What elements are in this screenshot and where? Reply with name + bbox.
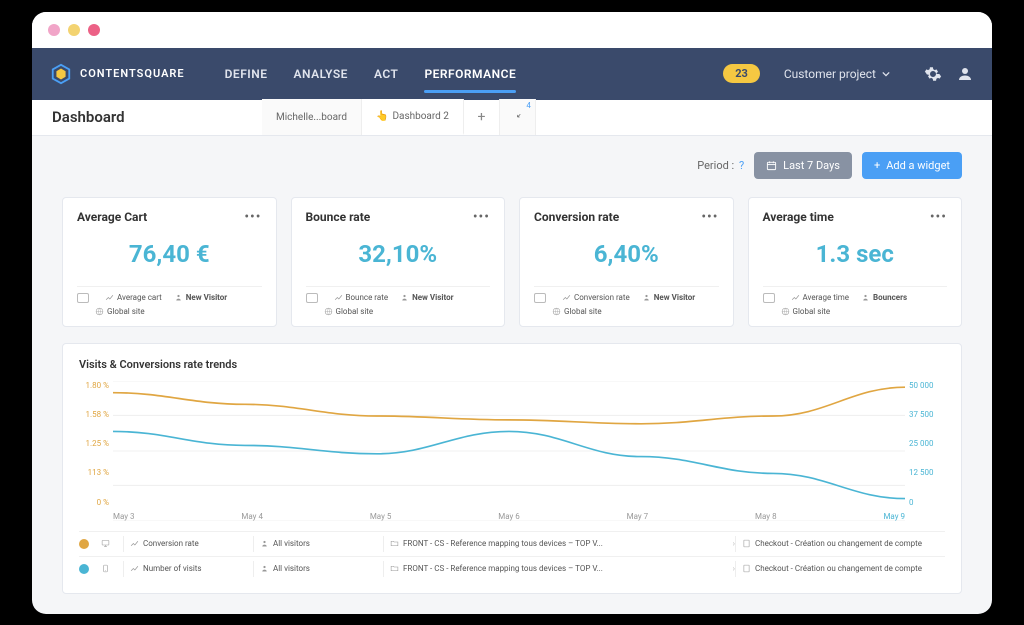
card-title: Average time bbox=[763, 210, 834, 224]
tab-dashboard2[interactable]: 👆 Dashboard 2 bbox=[362, 99, 464, 135]
chart-legend: Conversion rate All visitors FRONT - CS … bbox=[79, 531, 945, 581]
trends-chart: Visits & Conversions rate trends 1.80 % … bbox=[62, 343, 962, 594]
calendar-icon bbox=[766, 160, 777, 171]
card-meta: Average cart New Visitor Global site bbox=[77, 286, 262, 316]
metric-icon bbox=[791, 293, 800, 302]
card-value: 6,40% bbox=[534, 224, 719, 286]
metric-icon bbox=[130, 564, 139, 573]
card-bounce-rate: Bounce rate ••• 32,10% Bounce rate New V… bbox=[291, 197, 506, 327]
globe-icon bbox=[552, 307, 561, 316]
nav-act[interactable]: ACT bbox=[374, 49, 398, 99]
account-button[interactable] bbox=[956, 65, 974, 83]
chart-plot[interactable]: May 3 May 4 May 5 May 6 May 7 May 8 May … bbox=[113, 381, 905, 521]
card-title: Bounce rate bbox=[306, 210, 371, 224]
metric-icon bbox=[334, 293, 343, 302]
collapse-icon bbox=[514, 112, 521, 122]
card-title: Conversion rate bbox=[534, 210, 619, 224]
sub-header: Dashboard Michelle...board 👆 Dashboard 2… bbox=[32, 100, 992, 136]
brand-logo[interactable]: CONTENTSQUARE bbox=[50, 63, 185, 85]
folder-icon bbox=[390, 564, 399, 573]
metric-cards: Average Cart ••• 76,40 € Average cart Ne… bbox=[32, 189, 992, 343]
user-icon bbox=[861, 293, 870, 302]
card-value: 32,10% bbox=[306, 224, 491, 286]
card-conversion-rate: Conversion rate ••• 6,40% Conversion rat… bbox=[519, 197, 734, 327]
metric-icon bbox=[130, 539, 139, 548]
card-menu-button[interactable]: ••• bbox=[930, 210, 947, 224]
dashboard-tabs: Michelle...board 👆 Dashboard 2 + 4 bbox=[262, 99, 536, 135]
y-axis-right: 50 000 37 500 25 000 12 500 0 bbox=[905, 381, 945, 521]
plus-icon: + bbox=[874, 159, 880, 172]
tag-icon bbox=[306, 293, 318, 303]
x-axis: May 3 May 4 May 5 May 6 May 7 May 8 May … bbox=[113, 512, 905, 521]
add-widget-button[interactable]: + Add a widget bbox=[862, 152, 962, 179]
folder-icon bbox=[390, 539, 399, 548]
card-title: Average Cart bbox=[77, 210, 147, 224]
project-selector[interactable]: Customer project bbox=[784, 67, 890, 81]
tab-michelle[interactable]: Michelle...board bbox=[262, 99, 362, 135]
dot-close[interactable] bbox=[48, 24, 60, 36]
user-icon bbox=[260, 564, 269, 573]
collapse-tabs-button[interactable]: 4 bbox=[500, 99, 536, 135]
toolbar: Period : ? Last 7 Days + Add a widget bbox=[32, 136, 992, 189]
card-value: 1.3 sec bbox=[763, 224, 948, 286]
period-label: Period : ? bbox=[697, 159, 744, 172]
period-button[interactable]: Last 7 Days bbox=[754, 152, 852, 179]
nav-analyse[interactable]: ANALYSE bbox=[294, 49, 348, 99]
brand-text: CONTENTSQUARE bbox=[80, 67, 185, 80]
user-icon bbox=[260, 539, 269, 548]
page-icon bbox=[742, 539, 751, 548]
user-icon bbox=[400, 293, 409, 302]
logo-icon bbox=[50, 63, 72, 85]
notification-badge[interactable]: 23 bbox=[723, 64, 760, 83]
metric-icon bbox=[562, 293, 571, 302]
globe-icon bbox=[95, 307, 104, 316]
page-icon bbox=[742, 564, 751, 573]
mobile-icon bbox=[101, 564, 110, 573]
card-meta: Average time Bouncers Global site bbox=[763, 286, 948, 316]
desktop-icon bbox=[101, 539, 110, 548]
legend-dot-yellow bbox=[79, 539, 89, 549]
metric-icon bbox=[105, 293, 114, 302]
card-average-time: Average time ••• 1.3 sec Average time Bo… bbox=[748, 197, 963, 327]
chevron-down-icon bbox=[882, 70, 890, 78]
legend-row[interactable]: Conversion rate All visitors FRONT - CS … bbox=[79, 531, 945, 556]
nav-performance[interactable]: PERFORMANCE bbox=[424, 49, 516, 99]
help-icon[interactable]: ? bbox=[739, 159, 744, 172]
globe-icon bbox=[324, 307, 333, 316]
card-value: 76,40 € bbox=[77, 224, 262, 286]
tag-icon bbox=[763, 293, 775, 303]
card-menu-button[interactable]: ••• bbox=[244, 210, 261, 224]
card-menu-button[interactable]: ••• bbox=[473, 210, 490, 224]
add-tab-button[interactable]: + bbox=[464, 99, 500, 135]
user-icon bbox=[642, 293, 651, 302]
nav-define[interactable]: DEFINE bbox=[225, 49, 268, 99]
card-menu-button[interactable]: ••• bbox=[701, 210, 718, 224]
y-axis-left: 1.80 % 1.58 % 1.25 % 113 % 0 % bbox=[79, 381, 113, 521]
globe-icon bbox=[781, 307, 790, 316]
dot-max[interactable] bbox=[88, 24, 100, 36]
card-average-cart: Average Cart ••• 76,40 € Average cart Ne… bbox=[62, 197, 277, 327]
dot-min[interactable] bbox=[68, 24, 80, 36]
user-icon bbox=[174, 293, 183, 302]
nav-items: DEFINE ANALYSE ACT PERFORMANCE bbox=[225, 49, 517, 99]
legend-row[interactable]: Number of visits All visitors FRONT - CS… bbox=[79, 556, 945, 581]
settings-button[interactable] bbox=[924, 65, 942, 83]
card-meta: Bounce rate New Visitor Global site bbox=[306, 286, 491, 316]
gear-icon bbox=[924, 65, 942, 83]
card-meta: Conversion rate New Visitor Global site bbox=[534, 286, 719, 316]
user-icon bbox=[956, 65, 974, 83]
page-title: Dashboard bbox=[32, 108, 262, 126]
top-nav: CONTENTSQUARE DEFINE ANALYSE ACT PERFORM… bbox=[32, 48, 992, 100]
chart-area: 1.80 % 1.58 % 1.25 % 113 % 0 % May 3 bbox=[79, 381, 945, 521]
legend-dot-blue bbox=[79, 564, 89, 574]
window-controls bbox=[32, 12, 992, 48]
tag-icon bbox=[534, 293, 546, 303]
tag-icon bbox=[77, 293, 89, 303]
project-label: Customer project bbox=[784, 67, 876, 81]
chart-title: Visits & Conversions rate trends bbox=[79, 358, 945, 371]
tab-emoji-icon: 👆 bbox=[376, 111, 388, 122]
